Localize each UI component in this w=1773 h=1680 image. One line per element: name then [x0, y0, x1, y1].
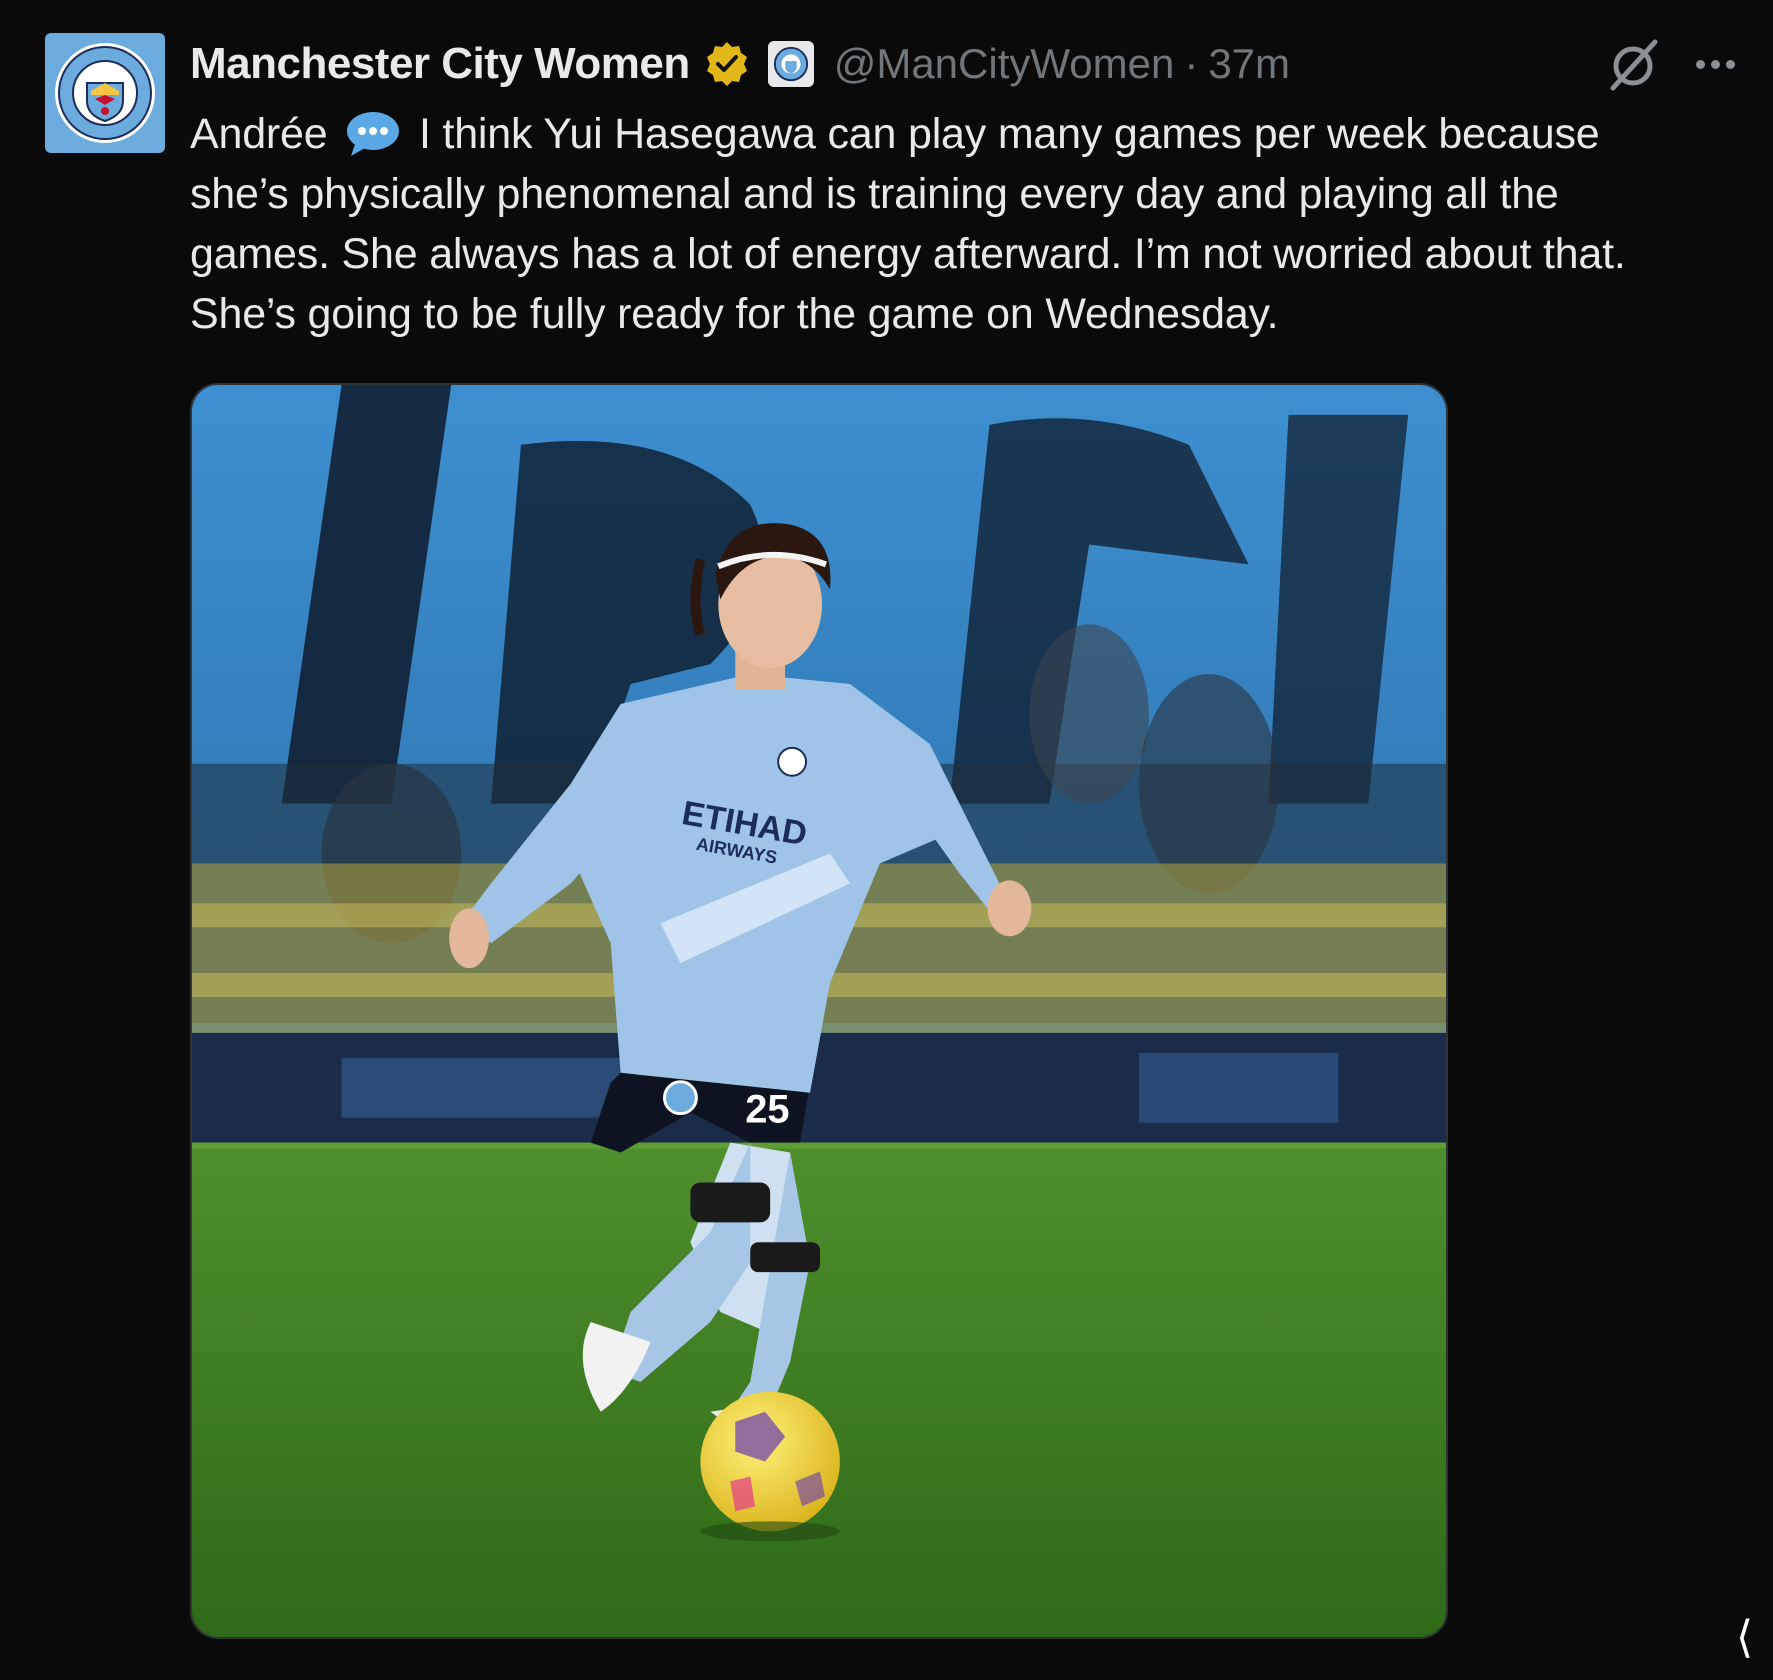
post-time[interactable]: 37m: [1208, 40, 1290, 88]
post-photo[interactable]: 25 ETIHAD AIRWAYS: [190, 383, 1448, 1639]
grok-icon[interactable]: [1605, 36, 1661, 92]
tweet: Manchester City Women @ManCityWomen · 37…: [0, 0, 1773, 1680]
separator: ·: [1184, 40, 1199, 87]
post-text-body: I think Yui Hasegawa can play many games…: [190, 110, 1626, 338]
player-photo: 25 ETIHAD AIRWAYS: [192, 385, 1446, 1637]
display-name[interactable]: Manchester City Women: [190, 39, 690, 89]
more-icon[interactable]: [1690, 44, 1740, 84]
shirt-number: 25: [745, 1088, 789, 1132]
verified-badge-icon: [702, 39, 752, 89]
affiliate-badge-icon[interactable]: [767, 41, 814, 87]
club-crest-avatar[interactable]: [45, 33, 165, 153]
post-header: Manchester City Women @ManCityWomen · 37…: [190, 32, 1290, 96]
post-text-prefix: Andrée: [190, 110, 328, 158]
post-text: Andrée I think Yui Hasegawa can play man…: [190, 104, 1690, 344]
cursor-glyph-icon: ⟨: [1736, 1612, 1754, 1663]
handle[interactable]: @ManCityWomen: [834, 40, 1175, 88]
speech-bubble-icon: [345, 108, 401, 158]
club-crest-icon: [55, 43, 155, 143]
